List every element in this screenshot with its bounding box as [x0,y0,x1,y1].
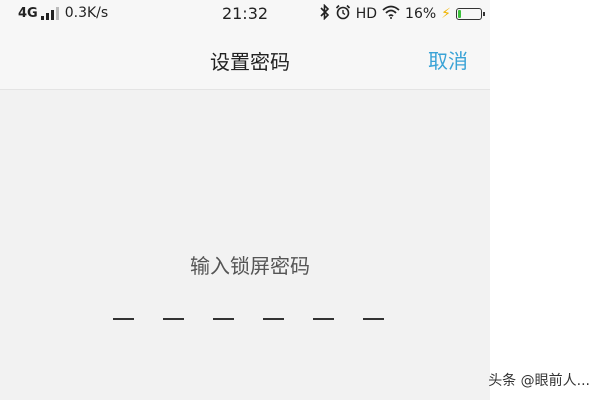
password-prompt: 输入锁屏密码 [190,254,310,278]
battery-icon [456,8,485,20]
pin-slot [163,318,184,320]
pin-slot [313,318,334,320]
pin-slot [263,318,284,320]
pin-slot [213,318,234,320]
hd-indicator: HD [355,6,378,22]
alarm-icon [335,4,351,24]
bluetooth-icon [320,3,330,24]
status-right: HD 16% ⚡ [320,3,485,24]
status-bar: 4G 0.3K/s 21:32 HD 16% ⚡ [0,0,490,28]
pin-slot [113,318,134,320]
phone-screen: 4G 0.3K/s 21:32 HD 16% ⚡ 设置密码 取消 输入锁屏密码 [0,0,490,400]
watermark: 头条 @眼前人... [488,373,590,389]
battery-percent: 16% [405,6,437,22]
pin-input[interactable] [113,318,384,320]
battery-fill [458,10,461,18]
page-title: 设置密码 [210,50,290,74]
wifi-icon [382,5,400,23]
charging-bolt-icon: ⚡ [441,6,451,22]
pin-slot [363,318,384,320]
cancel-button[interactable]: 取消 [428,45,468,74]
nav-bar: 设置密码 取消 [0,28,490,90]
